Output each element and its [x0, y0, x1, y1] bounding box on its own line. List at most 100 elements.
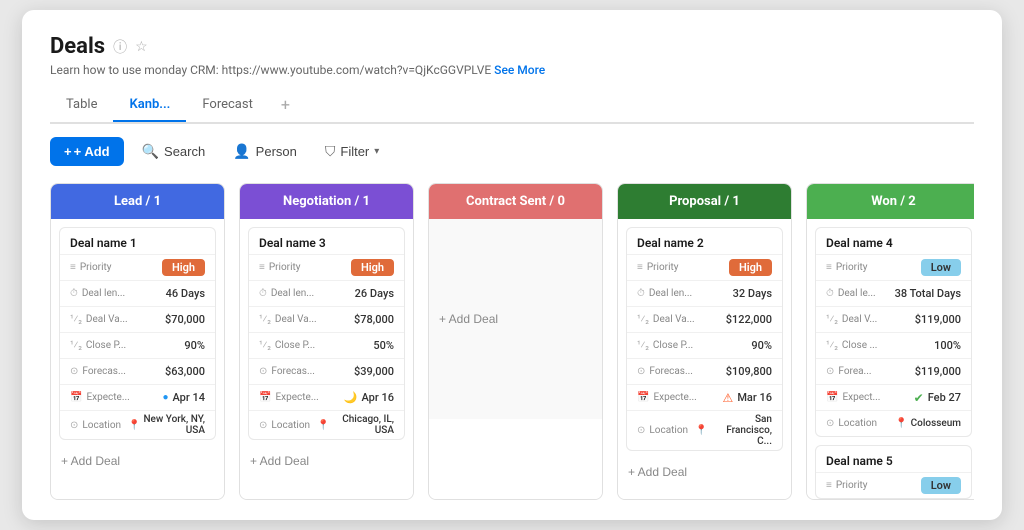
deal-row: ≡PriorityLow — [816, 254, 971, 280]
deal-row-label: ≡Priority — [826, 262, 884, 273]
deal-row-label: ⊙Forecas... — [637, 366, 695, 377]
add-deal-button[interactable]: + Add Deal — [429, 304, 602, 334]
deal-row-label: ⊙Forecas... — [70, 366, 128, 377]
deal-row-label: 📅 Expecte... — [70, 392, 130, 403]
row-label-text: Priority — [836, 262, 868, 273]
location-pin-icon: 📍 — [128, 420, 140, 431]
location-text: New York, NY, USA — [143, 414, 205, 436]
deal-row: 📅Expecte...⚠Mar 16 — [627, 384, 782, 410]
col-header-contract: Contract Sent / 0 — [429, 184, 602, 219]
row-value: 🌙Apr 16 — [319, 391, 394, 404]
deal-row: ⏱Deal len...32 Days — [627, 280, 782, 306]
chevron-down-icon: ▾ — [374, 146, 379, 157]
priority-badge-high: High — [351, 259, 394, 276]
col-body-won: Deal name 4≡PriorityLow⏱Deal le...38 Tot… — [807, 219, 974, 499]
row-label-text: Expect... — [842, 392, 880, 403]
deal-row-label: ⊙Forea... — [826, 366, 884, 377]
row-value: ⚠Mar 16 — [697, 391, 772, 405]
deal-row-label: ¹⁄₂Close P... — [637, 340, 695, 351]
see-more-link[interactable]: See More — [494, 63, 545, 77]
location-value: 📍Chicago, IL, USA — [317, 414, 394, 436]
row-icon: ¹⁄₂ — [637, 340, 649, 351]
row-value: Low — [884, 477, 961, 494]
deal-row: ⏱Deal len...26 Days — [249, 280, 404, 306]
row-value: 📍San Francisco, C... — [695, 414, 772, 447]
row-icon: ¹⁄₂ — [826, 314, 838, 325]
row-value: $70,000 — [128, 313, 205, 326]
deal-card-title: Deal name 3 — [249, 228, 404, 254]
deal-row: ⊙Location📍Chicago, IL, USA — [249, 410, 404, 439]
deal-row: ⏱Deal len...46 Days — [60, 280, 215, 306]
deal-row: ¹⁄₂Deal Va...$70,000 — [60, 306, 215, 332]
person-icon: 👤 — [233, 143, 250, 160]
add-button[interactable]: + + Add — [50, 137, 124, 166]
star-icon[interactable]: ☆ — [135, 39, 148, 55]
row-label-text: Deal Va... — [86, 314, 128, 325]
row-label-text: Deal Va... — [653, 314, 695, 325]
row-label-text: Deal len... — [271, 288, 314, 299]
row-label-text: Location — [838, 418, 877, 429]
col-body-contract: + Add Deal — [429, 219, 602, 499]
deal-row: ⊙Forecas...$39,000 — [249, 358, 404, 384]
row-icon: 📅 — [70, 392, 82, 403]
deal-card-title: Deal name 2 — [627, 228, 782, 254]
row-label-text: Priority — [80, 262, 112, 273]
deal-row-label: ≡ Priority — [70, 262, 128, 273]
deal-row-label: ⏱Deal len... — [259, 288, 317, 299]
main-window: Deals ⓘ ☆ Learn how to use monday CRM: h… — [22, 10, 1002, 520]
info-icon[interactable]: ⓘ — [113, 37, 127, 57]
row-icon: ⊙ — [70, 420, 78, 431]
tab-add-button[interactable]: + — [269, 87, 302, 122]
deal-card: Deal name 1≡PriorityHigh⏱Deal len...46 D… — [59, 227, 216, 440]
row-value: $78,000 — [317, 313, 394, 326]
row-label-text: Deal V... — [842, 314, 877, 325]
deal-row: ⊙Forea...$119,000 — [816, 358, 971, 384]
person-button[interactable]: 👤 Person — [223, 136, 307, 167]
location-pin-icon: 📍 — [695, 425, 707, 436]
col-lead: Lead / 1Deal name 1≡PriorityHigh⏱Deal le… — [50, 183, 225, 500]
row-value: 100% — [884, 339, 961, 352]
row-value: ✔Feb 27 — [884, 391, 961, 405]
row-value: High — [128, 259, 205, 276]
date-value: ✔Feb 27 — [884, 391, 961, 405]
deal-row-label: ¹⁄₂Deal Va... — [70, 314, 128, 325]
add-deal-button[interactable]: + Add Deal — [51, 446, 224, 476]
row-label-text: Expecte... — [86, 392, 129, 403]
deal-row-label: ¹⁄₂Deal Va... — [637, 314, 695, 325]
priority-badge-high: High — [729, 259, 772, 276]
search-button[interactable]: 🔍 Search — [132, 136, 216, 167]
deal-row: ¹⁄₂Deal Va...$122,000 — [627, 306, 782, 332]
row-icon: ⊙ — [826, 418, 834, 429]
tab-forecast[interactable]: Forecast — [186, 89, 268, 122]
deal-card: Deal name 5≡PriorityLow — [815, 445, 972, 499]
row-icon: ≡ — [70, 262, 76, 273]
deal-row-label: ¹⁄₂Close ... — [826, 340, 884, 351]
date-value: ●Apr 14 — [130, 391, 205, 404]
add-deal-button[interactable]: + Add Deal — [618, 457, 791, 487]
deal-row-label: 📅Expecte... — [637, 392, 697, 403]
deal-row-label: ⊙Location — [259, 420, 317, 431]
tab-table[interactable]: Table — [50, 89, 113, 122]
row-label-text: Deal len... — [649, 288, 692, 299]
kanban-board: Lead / 1Deal name 1≡PriorityHigh⏱Deal le… — [50, 183, 974, 500]
row-icon: ¹⁄₂ — [70, 340, 82, 351]
deal-row: 📅 Expecte...●Apr 14 — [60, 384, 215, 410]
col-header-negotiation: Negotiation / 1 — [240, 184, 413, 219]
row-icon: 📅 — [259, 392, 271, 403]
row-value: 32 Days — [695, 287, 772, 300]
deal-row: ¹⁄₂Close ...100% — [816, 332, 971, 358]
date-dot-orange-icon: ⚠ — [723, 391, 734, 405]
deal-card: Deal name 4≡PriorityLow⏱Deal le...38 Tot… — [815, 227, 972, 437]
filter-button[interactable]: ⛉ Filter ▾ — [315, 136, 389, 167]
location-text: Chicago, IL, USA — [332, 414, 394, 436]
deal-row: ≡ Priority High — [60, 254, 215, 280]
add-deal-button[interactable]: + Add Deal — [240, 446, 413, 476]
tab-kanban[interactable]: Kanb... — [113, 89, 186, 122]
location-text: San Francisco, C... — [710, 414, 772, 447]
deal-row: ⊙Forecas...$63,000 — [60, 358, 215, 384]
location-value: 📍New York, NY, USA — [128, 414, 205, 436]
row-value: ●Apr 14 — [130, 391, 205, 404]
location-text: Colosseum — [911, 418, 961, 429]
location-value: 📍Colosseum — [884, 418, 961, 429]
row-value: High — [317, 259, 394, 276]
